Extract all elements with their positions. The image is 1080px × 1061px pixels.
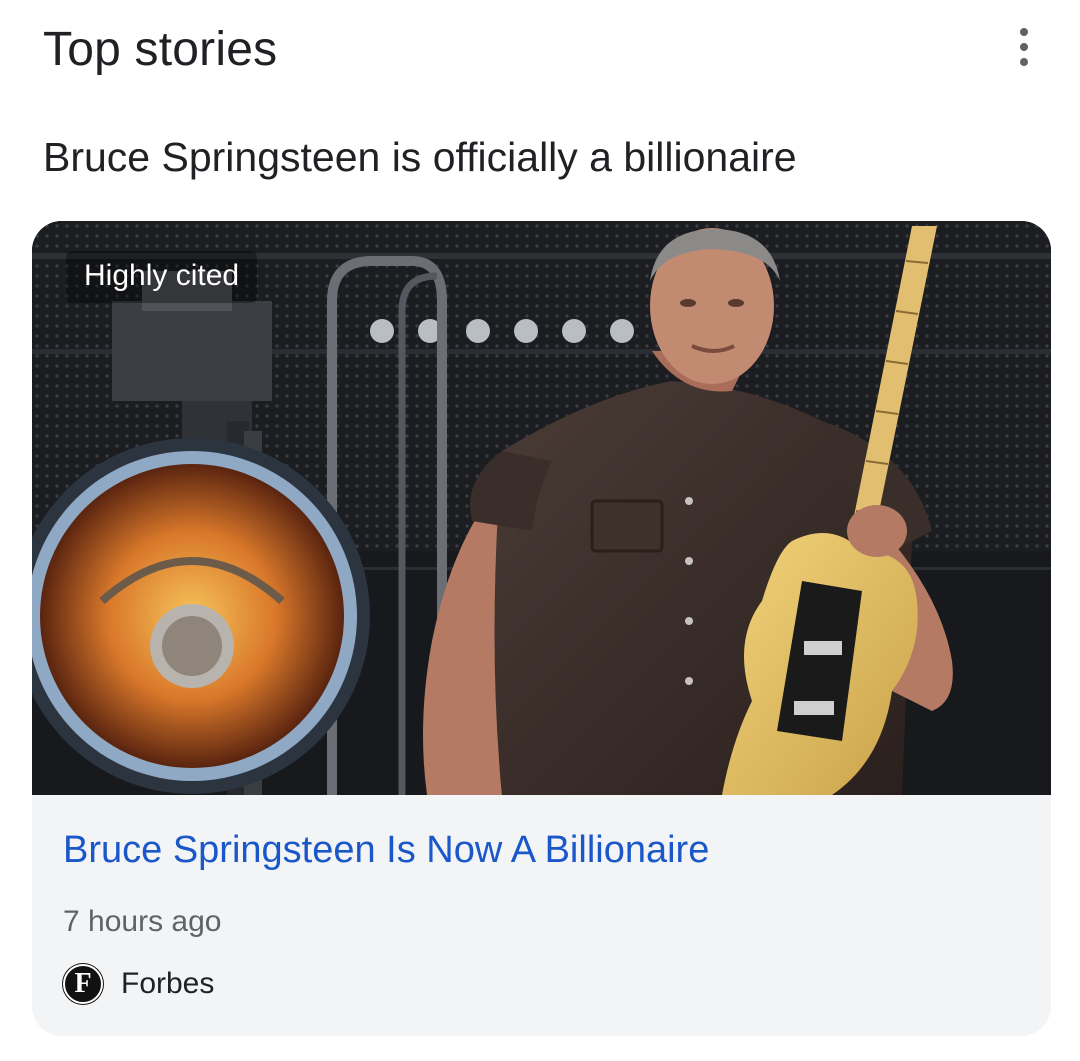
more-vert-icon-dot: [1020, 58, 1028, 66]
top-stories-header: Top stories: [0, 0, 1080, 110]
more-vert-icon: [1020, 28, 1028, 36]
section-title: Top stories: [43, 23, 278, 76]
article-thumbnail[interactable]: Highly cited: [32, 221, 1051, 795]
more-options-button[interactable]: [1000, 22, 1048, 72]
source-row[interactable]: F Forbes: [63, 963, 214, 1005]
more-vert-icon-dot: [1020, 43, 1028, 51]
source-name: Forbes: [121, 967, 215, 1000]
guitarist-on-stage-image: [32, 221, 1051, 795]
article-title-link[interactable]: Bruce Springsteen Is Now A Billionaire: [63, 829, 709, 872]
story-headline[interactable]: Bruce Springsteen is officially a billio…: [43, 134, 797, 181]
forbes-logo-icon: F: [63, 964, 103, 1004]
news-card[interactable]: Highly cited Bruce Springsteen Is Now A …: [32, 221, 1051, 1036]
highly-cited-badge: Highly cited: [66, 251, 258, 303]
top-stories-page: Top stories Bruce Springsteen is officia…: [0, 0, 1080, 1061]
article-timestamp: 7 hours ago: [63, 905, 222, 938]
